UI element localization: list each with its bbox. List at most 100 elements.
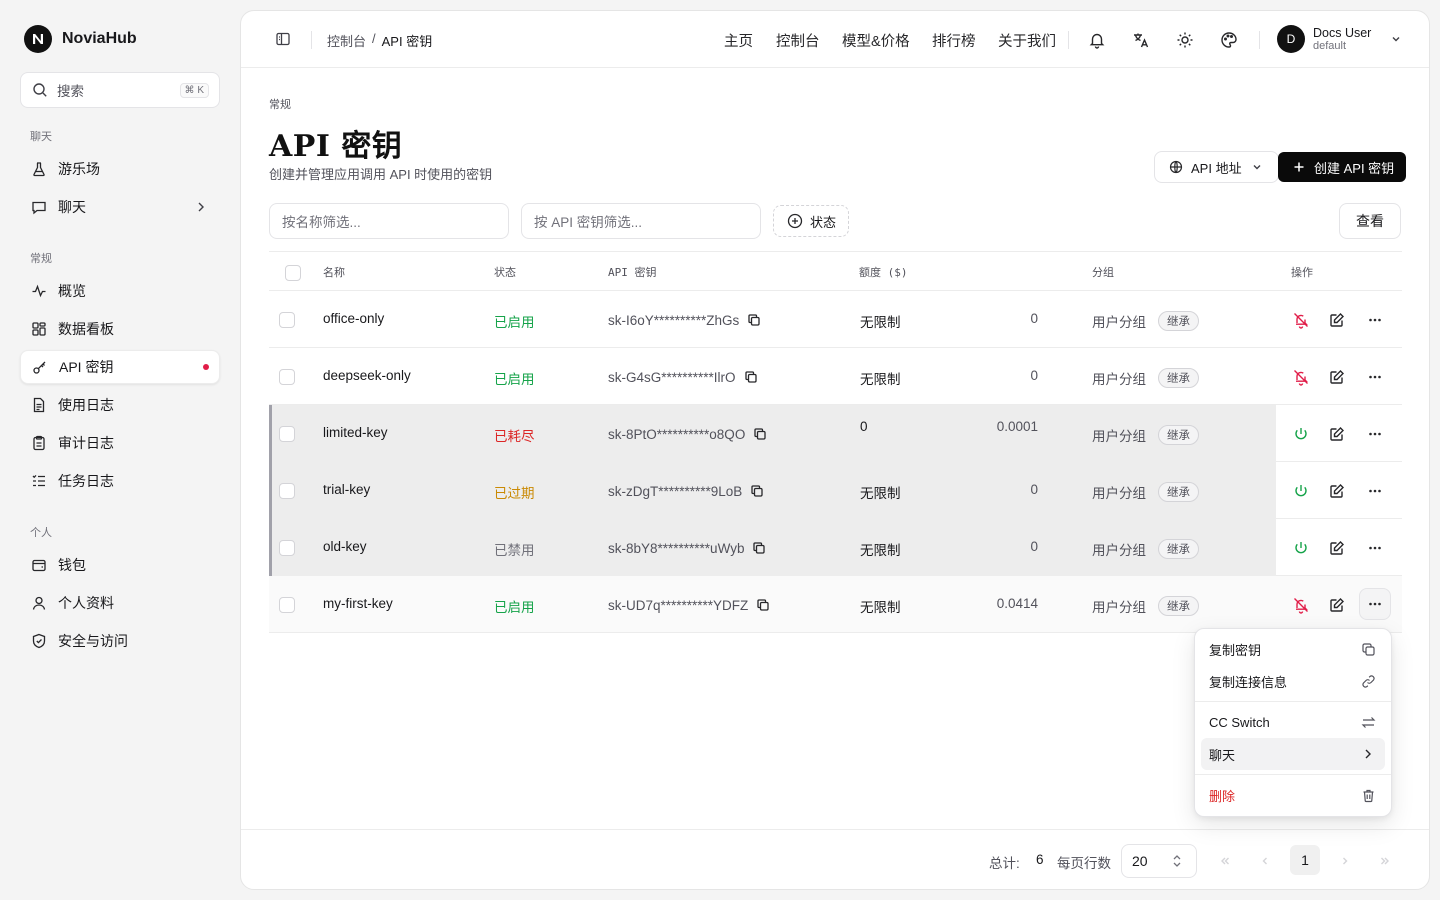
nav-leaderboard[interactable]: 排行榜 [932, 30, 976, 51]
last-page-icon[interactable] [1373, 849, 1397, 873]
page-button-current[interactable]: 1 [1290, 845, 1320, 875]
sun-icon[interactable] [1174, 29, 1196, 51]
sidebar-item-playground[interactable]: 游乐场 [20, 152, 220, 186]
menu-item-label: 复制密钥 [1209, 642, 1262, 658]
copy-icon[interactable] [750, 539, 768, 557]
more-actions-icon[interactable] [1364, 537, 1386, 559]
avatar: D [1277, 25, 1305, 53]
nav-about[interactable]: 关于我们 [998, 30, 1056, 51]
sidebar-item-label: 审计日志 [58, 435, 114, 451]
chevron-down-icon [1387, 30, 1405, 48]
table-row[interactable]: my-first-key 已启用 sk-UD7q**********YDFZ 无限制 0… [269, 576, 1402, 633]
edit-icon[interactable] [1326, 594, 1348, 616]
edit-icon[interactable] [1326, 309, 1348, 331]
list-icon [30, 472, 48, 490]
row-checkbox[interactable] [279, 312, 295, 328]
name-filter-input[interactable]: 按名称筛选... [269, 203, 509, 239]
sidebar-item-label: 概览 [58, 283, 86, 299]
bell-icon[interactable] [1086, 29, 1108, 51]
nav-models-pricing[interactable]: 模型&价格 [842, 30, 910, 51]
first-page-icon[interactable] [1213, 849, 1237, 873]
previous-page-icon[interactable] [1253, 849, 1277, 873]
sidebar-item-wallet[interactable]: 钱包 [20, 548, 220, 582]
flask-icon [30, 160, 48, 178]
row-checkbox[interactable] [279, 540, 295, 556]
key-filter-input[interactable]: 按 API 密钥筛选... [521, 203, 761, 239]
create-api-key-label: 创建 API 密钥 [1314, 160, 1395, 176]
table-row[interactable]: office-only 已启用 sk-I6oY**********ZhGs 无限制 0 用… [269, 291, 1402, 348]
status-label: 已耗尽 [494, 429, 535, 444]
table-row[interactable]: deepseek-only 已启用 sk-G4sG**********IlrO 无限制… [269, 348, 1402, 405]
more-actions-icon[interactable] [1364, 480, 1386, 502]
status-label: 已启用 [494, 372, 535, 387]
table-row[interactable]: limited-key 已耗尽 sk-8PtO**********o8QO 0 0.00… [269, 405, 1402, 462]
nav-console[interactable]: 控制台 [776, 30, 820, 51]
palette-icon[interactable] [1218, 29, 1240, 51]
menu-item-copy-connection[interactable]: 复制连接信息 [1201, 665, 1385, 697]
disable-bell-off-icon[interactable] [1290, 309, 1312, 331]
table-row[interactable]: old-key 已禁用 sk-8bY8**********uWyb 无限制 0 用户分组继… [269, 519, 1402, 576]
enable-power-icon[interactable] [1290, 537, 1312, 559]
sidebar-item-api-keys[interactable]: API 密钥 [20, 350, 220, 384]
menu-item-copy-key[interactable]: 复制密钥 [1201, 633, 1385, 665]
search-input[interactable]: 搜索 ⌘ K [20, 72, 220, 108]
link-icon [1359, 672, 1377, 690]
row-checkbox[interactable] [279, 483, 295, 499]
sidebar-item-dashboard[interactable]: 数据看板 [20, 312, 220, 346]
plus-circle-icon [786, 212, 804, 230]
quota-used: 0 [1030, 539, 1038, 554]
sidebar-toggle-icon[interactable] [275, 31, 291, 47]
copy-icon[interactable] [748, 482, 766, 500]
copy-icon[interactable] [751, 425, 769, 443]
create-api-key-button[interactable]: 创建 API 密钥 [1278, 152, 1407, 182]
enable-power-icon[interactable] [1290, 480, 1312, 502]
select-all-checkbox[interactable] [285, 265, 301, 281]
nav-home[interactable]: 主页 [724, 30, 753, 51]
sidebar-item-label: 聊天 [58, 199, 86, 215]
key-icon [31, 358, 49, 376]
more-actions-icon[interactable] [1359, 588, 1391, 620]
table-row[interactable]: trial-key 已过期 sk-zDgT**********9LoB 无限制 0 用户分… [269, 462, 1402, 519]
api-url-button[interactable]: API 地址 [1154, 151, 1279, 183]
disable-bell-off-icon[interactable] [1290, 366, 1312, 388]
view-button[interactable]: 查看 [1339, 203, 1401, 239]
translate-icon[interactable] [1130, 29, 1152, 51]
disable-bell-off-icon[interactable] [1290, 594, 1312, 616]
api-keys-table: 名称 状态 API 密钥 额度 ($) 分组 操作 office-only 已启用… [269, 251, 1402, 633]
row-checkbox[interactable] [279, 369, 295, 385]
sidebar-item-security[interactable]: 安全与访问 [20, 624, 220, 658]
edit-icon[interactable] [1326, 537, 1348, 559]
copy-icon[interactable] [754, 596, 772, 614]
more-actions-icon[interactable] [1364, 423, 1386, 445]
sidebar-item-task-logs[interactable]: 任务日志 [20, 464, 220, 498]
sidebar-item-overview[interactable]: 概览 [20, 274, 220, 308]
next-page-icon[interactable] [1333, 849, 1357, 873]
sidebar-item-profile[interactable]: 个人资料 [20, 586, 220, 620]
more-actions-icon[interactable] [1364, 309, 1386, 331]
menu-item-chat[interactable]: 聊天 [1201, 738, 1385, 770]
name-filter-placeholder: 按名称筛选... [282, 215, 361, 230]
edit-icon[interactable] [1326, 366, 1348, 388]
row-checkbox[interactable] [279, 597, 295, 613]
menu-item-delete[interactable]: 删除 [1201, 779, 1385, 811]
breadcrumb-console[interactable]: 控制台 [327, 31, 366, 50]
status-filter-button[interactable]: 状态 [773, 205, 850, 237]
sidebar-item-usage-logs[interactable]: 使用日志 [20, 388, 220, 422]
rows-per-page-select[interactable]: 20 [1121, 844, 1197, 878]
topbar: 控制台 / API 密钥 主页 控制台 模型&价格 排行榜 关于我们 D Doc… [241, 11, 1429, 68]
brand[interactable]: NoviaHub [24, 25, 137, 53]
enable-power-icon[interactable] [1290, 423, 1312, 445]
sidebar-item-label: 游乐场 [58, 161, 100, 177]
sidebar-item-label: 任务日志 [58, 473, 114, 489]
copy-icon[interactable] [742, 368, 760, 386]
row-checkbox[interactable] [279, 426, 295, 442]
menu-item-cc-switch[interactable]: CC Switch [1201, 706, 1385, 738]
sidebar-item-chat[interactable]: 聊天 [20, 190, 220, 224]
sidebar-item-audit-logs[interactable]: 审计日志 [20, 426, 220, 460]
user-menu[interactable]: D Docs User default [1277, 25, 1405, 53]
edit-icon[interactable] [1326, 480, 1348, 502]
more-actions-icon[interactable] [1364, 366, 1386, 388]
edit-icon[interactable] [1326, 423, 1348, 445]
copy-icon[interactable] [745, 311, 763, 329]
status-label: 已启用 [494, 600, 535, 615]
